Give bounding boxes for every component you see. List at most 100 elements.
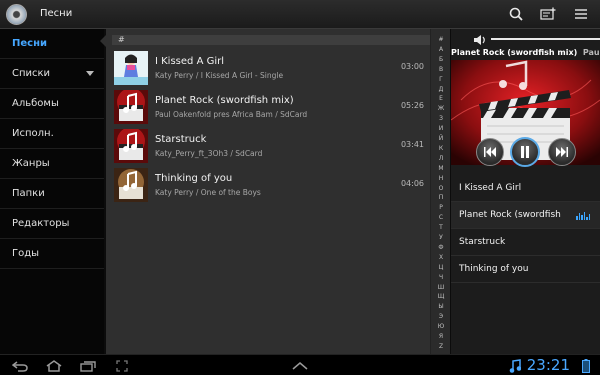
sidebar-item-genres[interactable]: Жанры <box>0 149 104 179</box>
alphabet-letter[interactable]: У <box>431 234 451 241</box>
song-title: Thinking of you <box>155 172 233 184</box>
queue-item-title: Starstruck <box>459 237 506 247</box>
alphabet-letter[interactable]: И <box>431 125 451 132</box>
alphabet-letter[interactable]: Д <box>431 86 451 93</box>
alphabet-letter[interactable]: Я <box>431 333 451 340</box>
alphabet-letter[interactable]: П <box>431 194 451 201</box>
sidebar-item-composers[interactable]: Редакторы <box>0 209 104 239</box>
alphabet-letter[interactable]: Э <box>431 313 451 320</box>
music-note-art-brown <box>114 167 148 202</box>
alphabet-letter[interactable]: Ж <box>431 105 451 112</box>
alphabet-letter[interactable]: Ц <box>431 264 451 271</box>
alphabet-letter[interactable]: Щ <box>431 293 451 300</box>
pause-icon[interactable] <box>510 137 540 167</box>
sidebar-item-label: Годы <box>12 248 40 259</box>
alphabet-letter[interactable]: Ш <box>431 284 451 291</box>
queue-item[interactable]: Starstruck <box>451 229 600 256</box>
sidebar-item-songs[interactable]: Песни <box>0 29 104 59</box>
library-sidebar: Песни Списки Альбомы Исполн. Жанры Папки… <box>0 29 104 354</box>
queue-item-title: I Kissed A Girl <box>459 183 522 193</box>
song-subtitle: Katy Perry / I Kissed A Girl - Single <box>155 70 284 80</box>
home-icon[interactable] <box>45 358 63 373</box>
alphabet-letter[interactable]: К <box>431 145 451 152</box>
menu-icon[interactable] <box>568 3 594 25</box>
album-art-pink <box>114 50 148 85</box>
previous-icon[interactable] <box>476 138 504 166</box>
section-header-label: # <box>118 35 125 44</box>
alphabet-letter[interactable]: Й <box>431 135 451 142</box>
queue-item[interactable]: I Kissed A Girl <box>451 175 600 202</box>
sidebar-item-label: Редакторы <box>12 218 70 229</box>
volume-control <box>451 29 600 49</box>
sidebar-item-playlists[interactable]: Списки <box>0 59 104 89</box>
song-title: Starstruck <box>155 133 207 145</box>
song-title: I Kissed A Girl <box>155 55 224 67</box>
song-row[interactable]: I Kissed A Girl Katy Perry / I Kissed A … <box>112 48 430 87</box>
sidebar-item-label: Списки <box>12 68 51 79</box>
back-icon[interactable] <box>12 358 28 373</box>
alphabet-letter[interactable]: Х <box>431 254 451 261</box>
alphabet-letter[interactable]: Ю <box>431 323 451 330</box>
sidebar-item-years[interactable]: Годы <box>0 239 104 269</box>
alphabet-letter[interactable]: С <box>431 214 451 221</box>
music-app: Песни Песни Списки Альбомы Исполн. Жанры… <box>0 0 600 375</box>
alphabet-letter[interactable]: О <box>431 185 451 192</box>
queue-item[interactable]: Thinking of you <box>451 256 600 283</box>
music-disc-icon[interactable] <box>6 4 27 25</box>
music-note-art <box>114 89 148 124</box>
now-playing-panel: Planet Rock (swordfish mix) Paul O <box>451 29 600 354</box>
alphabet-letter[interactable]: Н <box>431 175 451 182</box>
alphabet-letter[interactable]: М <box>431 165 451 172</box>
chevron-down-icon <box>86 71 94 76</box>
search-icon[interactable] <box>503 3 529 25</box>
alphabet-letter[interactable]: Б <box>431 56 451 63</box>
sidebar-item-artists[interactable]: Исполн. <box>0 119 104 149</box>
alphabet-letter[interactable]: А <box>431 46 451 53</box>
alphabet-letter[interactable]: Р <box>431 204 451 211</box>
alphabet-letter[interactable]: Ы <box>431 303 451 310</box>
playback-controls <box>451 136 600 168</box>
song-duration: 03:00 <box>400 62 424 71</box>
system-bar: 23:21 <box>0 354 600 375</box>
music-note-icon[interactable] <box>509 358 521 373</box>
screenshot-icon[interactable] <box>116 358 128 373</box>
song-row[interactable]: Thinking of you Katy Perry / One of the … <box>112 165 430 204</box>
song-duration: 04:06 <box>400 179 424 188</box>
now-playing-title: Planet Rock (swordfish mix) Paul O <box>451 48 600 57</box>
recent-apps-icon[interactable] <box>80 358 96 373</box>
queue-item-title: Planet Rock (swordfish <box>459 210 561 220</box>
alphabet-letter[interactable]: Т <box>431 224 451 231</box>
song-title: Planet Rock (swordfish mix) <box>155 94 294 106</box>
volume-slider[interactable] <box>491 38 600 40</box>
sidebar-item-label: Исполн. <box>12 128 54 139</box>
alphabet-letter[interactable]: Ч <box>431 274 451 281</box>
up-arrow-icon[interactable] <box>292 358 308 373</box>
song-duration: 03:41 <box>400 140 424 149</box>
alphabet-letter[interactable]: Е <box>431 95 451 102</box>
sidebar-item-folders[interactable]: Папки <box>0 179 104 209</box>
song-duration: 05:26 <box>400 101 424 110</box>
alphabet-letter[interactable]: Z <box>431 343 451 350</box>
alphabet-letter[interactable]: З <box>431 115 451 122</box>
song-row[interactable]: Starstruck Katy_Perry_ft_3Oh3 / SdCard 0… <box>112 126 430 165</box>
page-title: Песни <box>40 8 73 19</box>
queue-item-title: Thinking of you <box>459 264 529 274</box>
sidebar-item-albums[interactable]: Альбомы <box>0 89 104 119</box>
alphabet-index[interactable]: # А Б В Г Д Е Ж З И Й К Л М Н О П Р С Т У Ф Х Ц Ч Ш Щ Ы Э Ю Я Z <box>430 29 450 354</box>
alphabet-letter[interactable]: Г <box>431 76 451 83</box>
song-subtitle: Paul Oakenfold pres Africa Bam / SdCard <box>155 109 308 119</box>
alphabet-letter[interactable]: В <box>431 66 451 73</box>
song-list: # I Kissed A Girl Katy Perry / I Kissed … <box>106 29 430 354</box>
sidebar-item-label: Папки <box>12 188 45 199</box>
song-subtitle: Katy Perry / One of the Boys <box>155 187 261 197</box>
sidebar-item-label: Альбомы <box>12 98 59 109</box>
song-row[interactable]: Planet Rock (swordfish mix) Paul Oakenfo… <box>112 87 430 126</box>
alphabet-letter[interactable]: # <box>431 36 451 43</box>
next-icon[interactable] <box>548 138 576 166</box>
alphabet-letter[interactable]: Л <box>431 155 451 162</box>
queue-item[interactable]: Planet Rock (swordfish <box>451 202 600 229</box>
sidebar-item-label: Песни <box>12 38 47 49</box>
alphabet-letter[interactable]: Ф <box>431 244 451 251</box>
add-playlist-icon[interactable] <box>535 3 561 25</box>
clock: 23:21 <box>526 356 570 374</box>
